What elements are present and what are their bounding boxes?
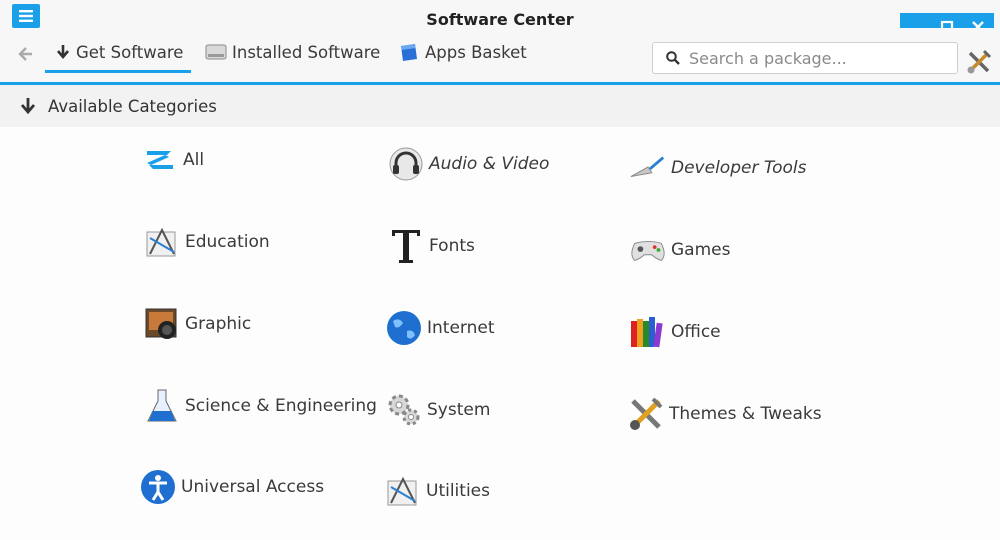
software-center-window: Software Center Get Software Installed S… xyxy=(0,0,1000,540)
window-title: Software Center xyxy=(426,10,574,29)
zorin-logo-icon xyxy=(141,141,179,179)
tab-apps-basket[interactable]: Apps Basket xyxy=(398,36,527,68)
drafting-icon xyxy=(143,223,181,261)
tools-icon xyxy=(967,49,992,74)
drive-icon xyxy=(205,42,227,62)
preferences-button[interactable] xyxy=(965,48,993,76)
category-label: Education xyxy=(185,232,270,252)
back-arrow-icon xyxy=(18,47,32,61)
category-system[interactable]: System xyxy=(385,389,490,431)
category-label: Internet xyxy=(427,318,495,338)
category-utilities[interactable]: Utilities xyxy=(384,470,490,512)
font-t-icon xyxy=(387,227,425,265)
search-input[interactable] xyxy=(687,47,951,69)
category-label: Science & Engineering xyxy=(185,396,377,416)
category-grid: All Audio & Video Developer Tools Educat… xyxy=(0,127,1000,540)
tab-get-software[interactable]: Get Software xyxy=(55,36,183,68)
down-arrow-icon xyxy=(20,96,36,116)
category-office[interactable]: Office xyxy=(629,311,721,353)
category-label: All xyxy=(183,150,205,170)
category-education[interactable]: Education xyxy=(143,221,270,263)
gamepad-icon xyxy=(629,231,667,269)
accessibility-icon xyxy=(139,468,177,506)
active-tab-indicator xyxy=(45,70,191,73)
basket-icon xyxy=(398,41,420,63)
camera-icon xyxy=(143,305,181,343)
tools-icon xyxy=(627,395,665,433)
category-label: System xyxy=(427,400,491,420)
category-label: Utilities xyxy=(426,481,490,501)
download-arrow-icon xyxy=(55,43,71,61)
category-label: Audio & Video xyxy=(429,154,550,174)
tab-installed-software[interactable]: Installed Software xyxy=(205,36,380,68)
search-icon xyxy=(666,51,680,65)
back-button[interactable] xyxy=(16,38,40,70)
search-box[interactable] xyxy=(652,42,958,74)
books-icon xyxy=(629,313,667,351)
tab-label: Get Software xyxy=(76,42,184,62)
categories-title: Available Categories xyxy=(48,96,217,116)
tab-label: Apps Basket xyxy=(425,42,527,62)
category-developer-tools[interactable]: Developer Tools xyxy=(629,147,807,189)
category-universal-access[interactable]: Universal Access xyxy=(139,466,324,508)
category-label: Games xyxy=(671,240,731,260)
category-all[interactable]: All xyxy=(141,139,204,181)
drafting-icon xyxy=(384,472,422,510)
category-label: Graphic xyxy=(185,314,252,334)
category-label: Developer Tools xyxy=(671,158,807,178)
categories-header: Available Categories xyxy=(0,85,1000,127)
category-graphic[interactable]: Graphic xyxy=(143,303,251,345)
flask-icon xyxy=(143,387,181,425)
category-audio-video[interactable]: Audio & Video xyxy=(387,143,549,185)
category-label: Office xyxy=(671,322,721,342)
category-internet[interactable]: Internet xyxy=(385,307,495,349)
category-games[interactable]: Games xyxy=(629,229,730,271)
headphones-icon xyxy=(387,145,425,183)
gears-icon xyxy=(385,391,423,429)
trowel-icon xyxy=(629,149,667,187)
category-label: Universal Access xyxy=(181,477,325,497)
category-label: Fonts xyxy=(429,236,475,256)
category-label: Themes & Tweaks xyxy=(669,404,822,424)
category-science-engineering[interactable]: Science & Engineering xyxy=(143,385,377,427)
category-fonts[interactable]: Fonts xyxy=(387,225,475,267)
category-themes-tweaks[interactable]: Themes & Tweaks xyxy=(627,393,822,435)
tab-label: Installed Software xyxy=(232,42,381,62)
globe-icon xyxy=(385,309,423,347)
